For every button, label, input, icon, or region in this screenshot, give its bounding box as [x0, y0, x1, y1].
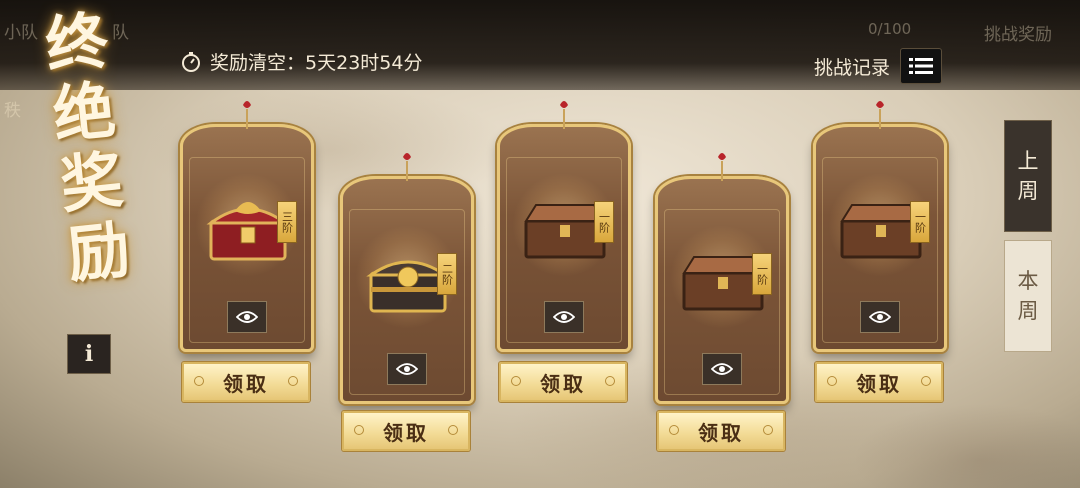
hanging-string-icon: [243, 101, 251, 129]
tab-this-week[interactable]: 本 周: [1004, 240, 1052, 352]
eye-icon[interactable]: [236, 310, 258, 324]
list-icon[interactable]: [900, 48, 942, 84]
tab-this-week-char-2[interactable]: 周: [1018, 296, 1039, 326]
tier-badge: 一阶: [594, 201, 614, 243]
eye-icon[interactable]: [396, 362, 418, 376]
top-bar: 小队 队 秩 0/100 挑战奖励 奖励清空： 5天23时54分 挑战记录: [0, 0, 1080, 121]
title-char-3: 奖: [56, 142, 127, 222]
preview-button[interactable]: [544, 301, 584, 333]
preview-button[interactable]: [702, 353, 742, 385]
challenge-history[interactable]: 挑战记录: [814, 48, 942, 84]
eye-icon[interactable]: [711, 362, 733, 376]
history-label[interactable]: 挑战记录: [814, 53, 890, 80]
hanging-string-icon: [403, 153, 411, 181]
claim-button-3[interactable]: 领取: [499, 362, 627, 402]
tab-last-week-char-2[interactable]: 周: [1018, 176, 1039, 206]
tier-badge: 二阶: [437, 253, 457, 295]
claim-button-1[interactable]: 领取: [182, 362, 310, 402]
timer-value: 5天23时54分: [305, 52, 423, 74]
hanging-string-icon: [718, 153, 726, 181]
title-char-4: 励: [64, 212, 134, 292]
title-char-2: 绝: [49, 73, 119, 153]
tier-badge: 一阶: [910, 201, 930, 243]
stopwatch-icon: [180, 51, 202, 73]
info-button[interactable]: i: [67, 334, 111, 374]
tier-badge: 三阶: [277, 201, 297, 243]
faint-side-label: 秩: [4, 101, 21, 121]
title-char-1: 终: [42, 3, 112, 83]
tab-this-week-char-1[interactable]: 本: [1018, 266, 1039, 296]
preview-button[interactable]: [860, 301, 900, 333]
timer-label: 奖励清空：: [210, 52, 306, 74]
reward-card-3: 一阶: [497, 101, 631, 352]
reward-card-4: 一阶: [655, 153, 789, 404]
eye-icon[interactable]: [553, 310, 575, 324]
tab-last-week-char-1[interactable]: 上: [1018, 146, 1039, 176]
hanging-string-icon: [876, 101, 884, 129]
preview-button[interactable]: [227, 301, 267, 333]
reward-reset-timer: 奖励清空： 5天23时54分: [180, 48, 422, 75]
reward-card-5: 一阶: [813, 101, 947, 352]
tier-badge: 一阶: [752, 253, 772, 295]
hanging-string-icon: [560, 101, 568, 129]
claim-button-4[interactable]: 领取: [657, 411, 785, 451]
preview-button[interactable]: [387, 353, 427, 385]
reward-card-2: 二阶: [340, 153, 474, 404]
claim-button-2[interactable]: 领取: [342, 411, 470, 451]
reward-card-1: 三阶: [180, 101, 314, 352]
faint-challenge-reward: 挑战奖励: [984, 25, 1052, 45]
claim-button-5[interactable]: 领取: [815, 362, 943, 402]
faint-coin-value: 0/100: [868, 20, 912, 38]
eye-icon[interactable]: [869, 310, 891, 324]
tab-last-week[interactable]: 上 周: [1004, 120, 1052, 232]
